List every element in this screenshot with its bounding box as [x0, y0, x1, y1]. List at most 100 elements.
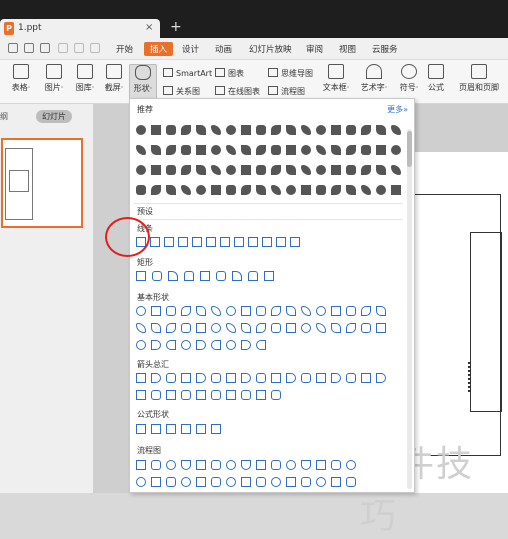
- shape-option-icon[interactable]: [346, 165, 356, 175]
- chart-button[interactable]: 图表: [215, 68, 244, 79]
- shape-option-icon[interactable]: [166, 477, 176, 487]
- shape-option-icon[interactable]: [286, 165, 296, 175]
- header-footer-button[interactable]: 页眉和页脚: [456, 64, 502, 93]
- shape-option-icon[interactable]: [136, 271, 146, 281]
- shape-option-icon[interactable]: [271, 373, 281, 383]
- shape-option-icon[interactable]: [316, 165, 326, 175]
- shape-option-icon[interactable]: [181, 373, 191, 383]
- shape-option-icon[interactable]: [164, 237, 174, 247]
- menu-slideshow[interactable]: 幻灯片放映: [249, 43, 292, 55]
- shape-option-icon[interactable]: [286, 306, 296, 316]
- shape-option-icon[interactable]: [181, 145, 191, 155]
- shape-option-icon[interactable]: [234, 237, 244, 247]
- shape-option-icon[interactable]: [181, 390, 191, 400]
- shape-option-icon[interactable]: [331, 125, 341, 135]
- shape-option-icon[interactable]: [241, 125, 251, 135]
- shape-option-icon[interactable]: [256, 390, 266, 400]
- flowchart-button[interactable]: 流程图: [268, 86, 305, 97]
- menu-view[interactable]: 视图: [339, 43, 356, 55]
- shape-option-icon[interactable]: [181, 477, 191, 487]
- close-tab-icon[interactable]: ×: [145, 22, 153, 33]
- shape-option-icon[interactable]: [226, 340, 236, 350]
- shape-option-icon[interactable]: [316, 477, 326, 487]
- screenshot-button[interactable]: 截屏·: [101, 64, 127, 93]
- shape-option-icon[interactable]: [301, 165, 311, 175]
- shape-option-icon[interactable]: [196, 165, 206, 175]
- shape-option-icon[interactable]: [136, 477, 146, 487]
- save-icon[interactable]: [8, 43, 18, 53]
- shape-option-icon[interactable]: [151, 424, 161, 434]
- shape-option-icon[interactable]: [241, 373, 251, 383]
- shape-option-icon[interactable]: [196, 323, 206, 333]
- shape-option-icon[interactable]: [151, 460, 161, 470]
- shape-option-icon[interactable]: [346, 125, 356, 135]
- shape-option-icon[interactable]: [166, 460, 176, 470]
- shape-option-icon[interactable]: [361, 323, 371, 333]
- textbox-button[interactable]: 文本框·: [318, 64, 354, 93]
- shape-option-icon[interactable]: [226, 165, 236, 175]
- shape-option-icon[interactable]: [316, 145, 326, 155]
- shape-option-icon[interactable]: [151, 390, 161, 400]
- shape-option-icon[interactable]: [166, 165, 176, 175]
- shape-option-icon[interactable]: [200, 271, 210, 281]
- shape-option-icon[interactable]: [271, 306, 281, 316]
- shape-option-icon[interactable]: [331, 165, 341, 175]
- shape-option-icon[interactable]: [211, 460, 221, 470]
- shape-option-icon[interactable]: [136, 373, 146, 383]
- online-chart-button[interactable]: 在线图表: [215, 86, 260, 97]
- shape-option-icon[interactable]: [216, 271, 226, 281]
- shape-option-icon[interactable]: [331, 323, 341, 333]
- shape-option-icon[interactable]: [316, 323, 326, 333]
- shape-option-icon[interactable]: [331, 185, 341, 195]
- shape-option-icon[interactable]: [361, 145, 371, 155]
- shape-option-icon[interactable]: [196, 185, 206, 195]
- shape-option-icon[interactable]: [331, 306, 341, 316]
- shape-option-icon[interactable]: [241, 185, 251, 195]
- shape-option-icon[interactable]: [211, 125, 221, 135]
- shape-option-icon[interactable]: [226, 373, 236, 383]
- shape-option-icon[interactable]: [211, 373, 221, 383]
- shape-option-icon[interactable]: [376, 306, 386, 316]
- shape-option-icon[interactable]: [276, 237, 286, 247]
- shape-option-icon[interactable]: [196, 125, 206, 135]
- shape-option-icon[interactable]: [346, 323, 356, 333]
- shape-option-icon[interactable]: [181, 460, 191, 470]
- shape-option-icon[interactable]: [226, 145, 236, 155]
- shape-option-icon[interactable]: [301, 373, 311, 383]
- shape-button[interactable]: 形状·: [129, 64, 157, 102]
- slide-thumbnail[interactable]: [1, 138, 83, 228]
- relation-button[interactable]: 关系图: [163, 86, 200, 97]
- shape-option-icon[interactable]: [286, 323, 296, 333]
- shape-option-icon[interactable]: [136, 390, 146, 400]
- shape-option-icon[interactable]: [211, 145, 221, 155]
- shape-option-icon[interactable]: [136, 424, 146, 434]
- shape-option-icon[interactable]: [271, 185, 281, 195]
- mindmap-button[interactable]: 思维导图: [268, 68, 313, 79]
- shape-option-icon[interactable]: [286, 125, 296, 135]
- shape-option-icon[interactable]: [331, 460, 341, 470]
- shape-option-icon[interactable]: [166, 306, 176, 316]
- shape-option-icon[interactable]: [181, 125, 191, 135]
- shape-option-icon[interactable]: [136, 125, 146, 135]
- new-tab-button[interactable]: +: [170, 19, 184, 36]
- shape-option-icon[interactable]: [136, 145, 146, 155]
- shape-option-icon[interactable]: [271, 125, 281, 135]
- shape-option-icon[interactable]: [151, 125, 161, 135]
- shape-option-icon[interactable]: [166, 185, 176, 195]
- shape-option-icon[interactable]: [211, 306, 221, 316]
- menu-home[interactable]: 开始: [116, 43, 133, 55]
- shape-option-icon[interactable]: [256, 373, 266, 383]
- shape-option-icon[interactable]: [241, 340, 251, 350]
- shape-option-icon[interactable]: [376, 125, 386, 135]
- shape-option-icon[interactable]: [136, 340, 146, 350]
- shape-option-icon[interactable]: [241, 477, 251, 487]
- shape-option-icon[interactable]: [136, 460, 146, 470]
- shape-option-icon[interactable]: [301, 460, 311, 470]
- tab-slides[interactable]: 幻灯片: [36, 110, 72, 123]
- shape-option-icon[interactable]: [211, 424, 221, 434]
- shape-option-icon[interactable]: [262, 237, 272, 247]
- shape-option-icon[interactable]: [226, 306, 236, 316]
- shape-option-icon[interactable]: [241, 323, 251, 333]
- shape-option-icon[interactable]: [151, 373, 161, 383]
- shape-option-icon[interactable]: [184, 271, 194, 281]
